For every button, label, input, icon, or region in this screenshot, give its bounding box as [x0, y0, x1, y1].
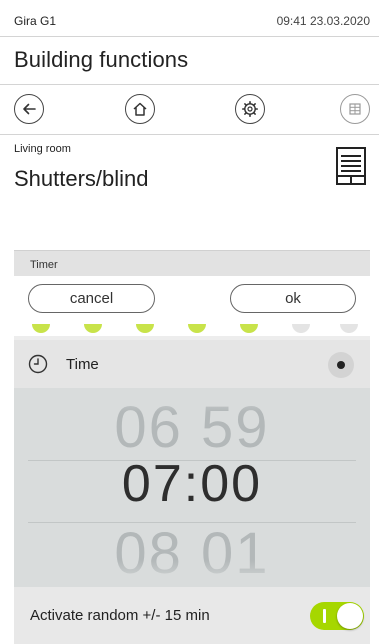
brand-name: Gira G1	[14, 14, 57, 28]
grid-button[interactable]	[340, 94, 370, 124]
divider	[0, 84, 379, 85]
house-icon	[133, 102, 147, 116]
gear-icon	[241, 100, 259, 118]
weekday-indicator	[32, 324, 50, 333]
weekday-indicator	[340, 324, 358, 333]
timer-action-bar: cancel ok	[14, 276, 370, 336]
blind-icon	[336, 147, 366, 185]
cancel-button[interactable]: cancel	[28, 284, 155, 313]
picker-fade	[14, 388, 370, 412]
arrow-left-icon	[23, 103, 36, 115]
toggle-on-indicator	[323, 609, 326, 623]
weekday-indicator	[136, 324, 154, 333]
timer-header: Timer	[14, 250, 370, 276]
page-title: Building functions	[14, 47, 189, 72]
picker-current-value[interactable]: 07:00	[14, 454, 370, 514]
divider	[0, 134, 379, 135]
back-button[interactable]	[14, 94, 44, 124]
picker-fade	[14, 560, 370, 587]
random-option-label: Activate random +/- 15 min	[30, 607, 210, 624]
status-bar: Gira G1 09:41 23.03.2020	[0, 0, 379, 36]
random-option-row: Activate random +/- 15 min	[14, 587, 370, 644]
room-label: Living room	[14, 143, 71, 155]
time-option-label: Time	[66, 356, 99, 373]
weekday-indicator	[240, 324, 258, 333]
radio-selected-dot	[337, 361, 345, 369]
ok-button[interactable]: ok	[230, 284, 356, 313]
divider	[0, 36, 379, 37]
timer-label: Timer	[30, 259, 58, 271]
weekday-indicator	[188, 324, 206, 333]
timer-panel: Timer cancel ok Time 06 59 07:00 08 01 A…	[14, 250, 370, 644]
toggle-knob[interactable]	[337, 603, 363, 629]
function-title: Shutters/blind	[14, 166, 149, 191]
functions-button[interactable]	[235, 94, 265, 124]
clock-icon	[28, 354, 48, 374]
grid-icon	[349, 103, 361, 115]
status-clock: 09:41 23.03.2020	[276, 14, 370, 28]
time-picker[interactable]: 06 59 07:00 08 01	[14, 388, 370, 587]
time-radio-button[interactable]	[328, 352, 354, 378]
time-option-row[interactable]: Time	[14, 340, 370, 388]
random-toggle[interactable]	[310, 602, 364, 630]
home-button[interactable]	[125, 94, 155, 124]
weekday-indicator	[292, 324, 310, 333]
weekday-indicator	[84, 324, 102, 333]
